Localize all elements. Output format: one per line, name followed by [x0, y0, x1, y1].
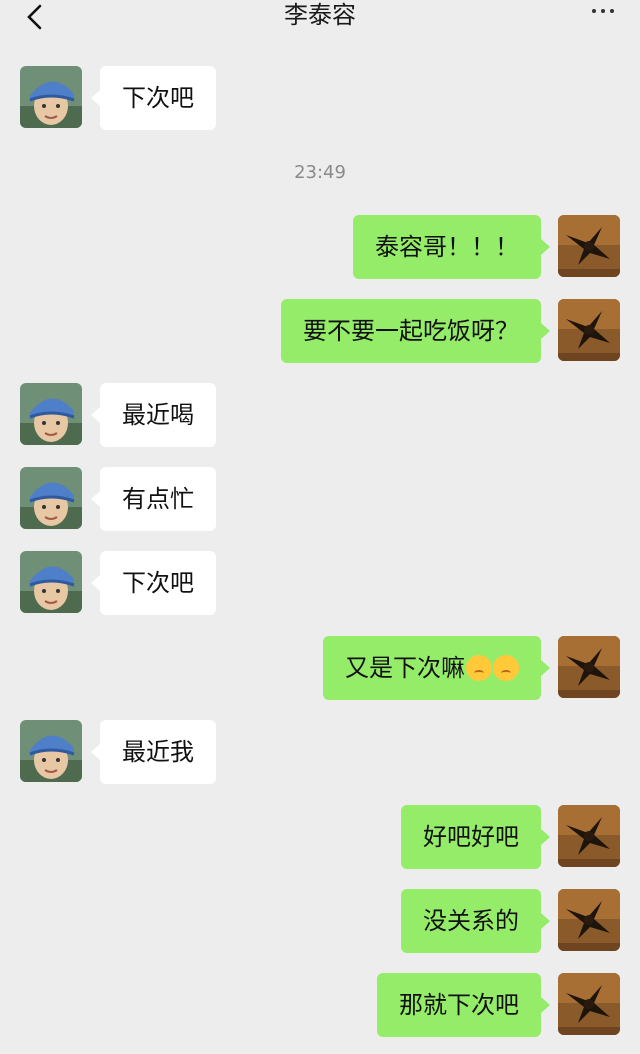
avatar[interactable]: [558, 805, 620, 867]
avatar[interactable]: [20, 720, 82, 782]
message-bubble[interactable]: 泰容哥！！！: [353, 215, 550, 279]
pouting-face-emoji-icon: [493, 655, 519, 681]
sad-face-emoji-icon: [466, 655, 492, 681]
message-bubble[interactable]: 下次吧: [91, 551, 216, 615]
message-row: 没关系的: [0, 889, 640, 953]
avatar[interactable]: [558, 299, 620, 361]
chat-title: 李泰容: [284, 1, 356, 29]
message-bubble[interactable]: 又是下次嘛: [323, 636, 550, 700]
avatar[interactable]: [20, 383, 82, 445]
avatar[interactable]: [558, 215, 620, 277]
message-bubble[interactable]: 没关系的: [401, 889, 550, 953]
message-bubble[interactable]: 好吧好吧: [401, 805, 550, 869]
avatar[interactable]: [20, 551, 82, 613]
chat-header: 李泰容: [0, 0, 640, 44]
message-row: 最近我: [0, 720, 640, 784]
message-bubble[interactable]: 那就下次吧: [377, 973, 550, 1037]
message-bubble[interactable]: 最近喝: [91, 383, 216, 447]
avatar[interactable]: [20, 66, 82, 128]
message-bubble[interactable]: 要不要一起吃饭呀？: [281, 299, 550, 363]
message-row: 泰容哥！！！: [0, 215, 640, 279]
avatar[interactable]: [558, 889, 620, 951]
message-row: 最近喝: [0, 383, 640, 447]
message-row: 下次吧: [0, 551, 640, 615]
message-row: 要不要一起吃饭呀？: [0, 299, 640, 363]
message-bubble[interactable]: 有点忙: [91, 467, 216, 531]
message-row: 又是下次嘛: [0, 636, 640, 700]
avatar[interactable]: [20, 467, 82, 529]
more-dots-icon[interactable]: [588, 5, 618, 17]
message-bubble[interactable]: 下次吧: [91, 66, 216, 130]
avatar[interactable]: [558, 636, 620, 698]
message-row: 好吧好吧: [0, 805, 640, 869]
message-text: 又是下次嘛: [345, 654, 465, 682]
message-row: 那就下次吧: [0, 973, 640, 1037]
message-row: 下次吧: [0, 66, 640, 130]
message-bubble[interactable]: 最近我: [91, 720, 216, 784]
message-row: 有点忙: [0, 467, 640, 531]
timestamp: 23:49: [294, 162, 346, 183]
avatar[interactable]: [558, 973, 620, 1035]
